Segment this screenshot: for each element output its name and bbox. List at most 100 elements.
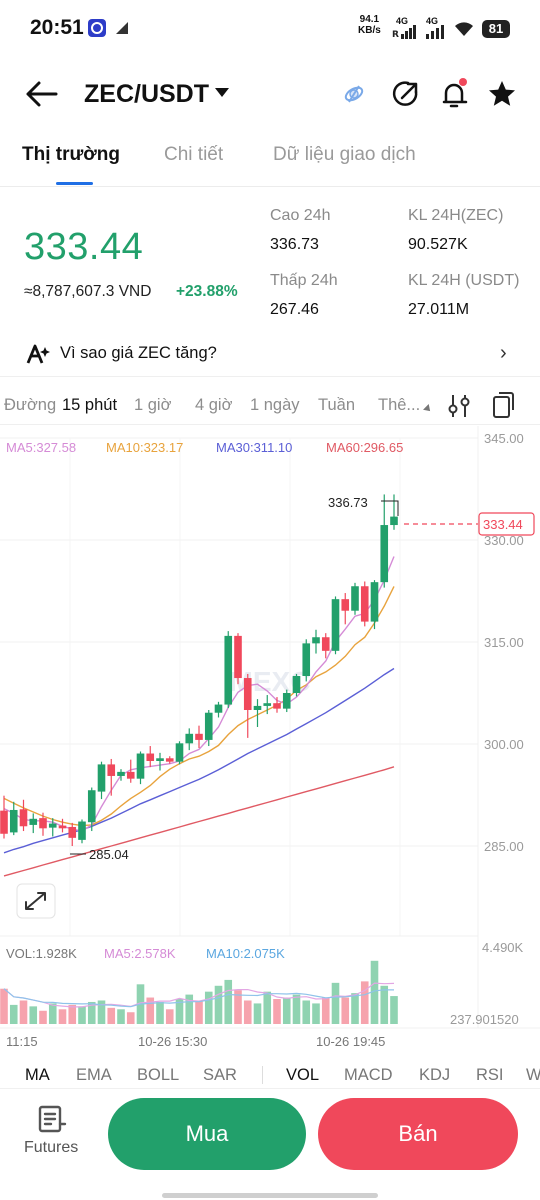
- volume-bar: [78, 1006, 86, 1024]
- interval-1d[interactable]: 1 ngày: [250, 396, 300, 415]
- back-button[interactable]: [22, 76, 62, 112]
- interval-line[interactable]: Đường: [4, 396, 56, 415]
- candle-body: [243, 678, 252, 710]
- volume-bar: [19, 1000, 28, 1024]
- candle-body: [146, 753, 155, 761]
- network-speed: 94.1 KB/s: [358, 14, 381, 36]
- candle-body: [97, 764, 106, 792]
- pair-selector[interactable]: ZEC/USDT: [84, 80, 209, 109]
- buy-button[interactable]: Mua: [108, 1098, 306, 1170]
- y-tick-label: 345.00: [484, 431, 524, 446]
- low-marker-label: 285.04: [89, 847, 129, 862]
- indicator-sar[interactable]: SAR: [203, 1066, 237, 1085]
- candle-body: [58, 825, 67, 829]
- caret-down-icon[interactable]: [215, 88, 229, 97]
- futures-label[interactable]: Futures: [24, 1139, 78, 1157]
- volume-bar: [156, 1001, 164, 1024]
- sell-button[interactable]: Bán: [318, 1098, 518, 1170]
- candle-body: [204, 712, 213, 740]
- svg-text:R: R: [392, 30, 399, 40]
- home-indicator: [162, 1193, 378, 1198]
- volume-bar: [29, 1006, 38, 1024]
- volume-bar: [341, 997, 350, 1024]
- indicator-ma[interactable]: MA: [25, 1066, 50, 1085]
- x-tick-label: 10-26 15:30: [138, 1034, 207, 1049]
- high-24h-label: Cao 24h: [270, 207, 331, 224]
- volume-bar: [282, 997, 291, 1024]
- tab-details[interactable]: Chi tiết: [164, 144, 223, 166]
- volume-bar: [195, 1000, 203, 1024]
- candle-body: [224, 635, 233, 705]
- why-price-text[interactable]: Vì sao giá ZEC tăng?: [60, 344, 217, 363]
- interval-1h[interactable]: 1 giờ: [134, 396, 171, 415]
- volume-bar: [321, 997, 330, 1024]
- expand-chart-button[interactable]: [16, 883, 56, 919]
- fullscreen-chart-icon[interactable]: [490, 390, 516, 425]
- volume-bar: [224, 979, 233, 1024]
- tab-trading-data[interactable]: Dữ liệu giao dịch: [273, 144, 416, 166]
- status-time: 20:51: [30, 16, 84, 39]
- share-icon[interactable]: [390, 78, 422, 110]
- candlestick-chart[interactable]: MEXC MA5:327.58 MA10:323.17 MA30:311.10 …: [0, 426, 540, 1056]
- indicator-ema[interactable]: EMA: [76, 1066, 112, 1085]
- volume-bar: [380, 985, 389, 1024]
- volume-base-label: KL 24H(ZEC): [408, 207, 504, 224]
- divider: [0, 376, 540, 377]
- volume-quote-label: KL 24H (USDT): [408, 272, 520, 289]
- interval-4h[interactable]: 4 giờ: [195, 396, 232, 415]
- y-tick-label: 285.00: [484, 839, 524, 854]
- candle-body: [39, 818, 47, 829]
- candle-body: [107, 764, 116, 776]
- indicator-rsi[interactable]: RSI: [476, 1066, 504, 1085]
- indicator-vol[interactable]: VOL: [286, 1066, 319, 1085]
- interval-week[interactable]: Tuần: [318, 396, 355, 415]
- candle-body: [341, 599, 350, 611]
- status-bar: 20:51 94.1 KB/s 4G R 4G 81: [0, 0, 540, 58]
- indicator-separator: [262, 1066, 263, 1084]
- futures-icon[interactable]: [36, 1104, 68, 1139]
- vnd-equivalent: ≈8,787,607.3 VND: [24, 283, 152, 300]
- divider: [0, 186, 540, 187]
- volume-bars: [0, 960, 398, 1024]
- interval-more[interactable]: Thê...: [378, 396, 420, 415]
- candles: [0, 494, 398, 846]
- volume-bar: [390, 996, 398, 1024]
- indicator-kdj[interactable]: KDJ: [419, 1066, 450, 1085]
- indicator-settings-icon[interactable]: [446, 392, 472, 425]
- price-change-percent: +23.88%: [176, 283, 238, 300]
- candle-body: [185, 733, 194, 744]
- indicator-boll[interactable]: BOLL: [137, 1066, 179, 1085]
- volume-bar: [253, 1003, 262, 1024]
- chart-grid: [0, 426, 479, 1028]
- y-tick-label: 315.00: [484, 635, 524, 650]
- volume-bar: [117, 1009, 125, 1024]
- wifi-icon: [452, 20, 476, 43]
- tab-market[interactable]: Thị trường: [22, 144, 120, 166]
- chevron-right-icon[interactable]: ›: [500, 342, 507, 365]
- candle-body: [87, 790, 96, 823]
- active-tab-indicator: [56, 182, 93, 185]
- interval-15m[interactable]: 15 phút: [62, 396, 117, 415]
- candle-body: [292, 676, 301, 693]
- volume-bar: [302, 1000, 311, 1024]
- candle-body: [370, 582, 379, 622]
- volume-bar: [0, 988, 8, 1024]
- candle-body: [156, 758, 164, 761]
- candle-body: [9, 809, 18, 833]
- favorite-star-icon[interactable]: [486, 78, 518, 110]
- price-alert-bell-icon[interactable]: [438, 78, 470, 110]
- more-caret-icon: [423, 404, 433, 414]
- high-marker-label: 336.73: [328, 495, 368, 510]
- ma10-label: MA10:323.17: [106, 440, 183, 455]
- indicator-macd[interactable]: MACD: [344, 1066, 393, 1085]
- candle-body: [136, 753, 145, 779]
- candle-body: [312, 637, 320, 644]
- ma5-label: MA5:327.58: [6, 440, 76, 455]
- divider: [0, 424, 540, 425]
- satellite-icon[interactable]: [338, 78, 370, 110]
- candle-body: [390, 516, 398, 526]
- volume-bar: [126, 1012, 135, 1024]
- indicator-more[interactable]: W: [526, 1066, 540, 1085]
- candle-body: [214, 704, 223, 713]
- candle-body: [165, 758, 174, 762]
